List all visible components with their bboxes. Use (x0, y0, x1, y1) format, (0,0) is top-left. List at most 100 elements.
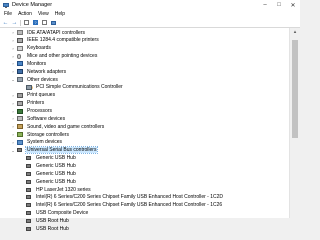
tree-item-label: System devices (27, 139, 63, 146)
expand-chevron-icon[interactable]: › (11, 69, 15, 74)
tree-item[interactable]: › Software devices (11, 115, 66, 122)
tree-item[interactable]: › System devices (11, 139, 63, 146)
usb-device-icon (26, 226, 31, 231)
tree-item[interactable]: USB Root Hub (20, 217, 70, 224)
unknown-device-icon (17, 77, 23, 83)
printer-icon (17, 37, 23, 43)
expand-chevron-icon[interactable]: › (11, 101, 15, 106)
tree-item[interactable]: PCI Simple Communications Controller (20, 84, 124, 91)
processor-icon (17, 108, 23, 114)
tree-item-label: Keyboards (27, 45, 51, 52)
pci-warning-icon (26, 84, 33, 90)
usb-device-icon (26, 187, 31, 192)
close-button[interactable]: ✕ (286, 0, 300, 10)
tree-item[interactable]: › Storage controllers (11, 131, 70, 138)
monitor-icon (17, 61, 23, 67)
scan-icon[interactable] (41, 19, 48, 26)
expand-chevron-icon[interactable]: › (11, 38, 15, 43)
menu-view[interactable]: View (38, 11, 49, 17)
usb-device-label: Generic USB Hub (36, 155, 76, 162)
tree-item-label: Mice and other pointing devices (27, 53, 98, 60)
usb-device-label: USB Root Hub (36, 217, 69, 224)
usb-device-icon (26, 171, 31, 176)
expand-chevron-icon[interactable]: › (11, 54, 15, 59)
tree-item[interactable]: › Print queues (11, 92, 56, 99)
usb-device-label: USB Root Hub (36, 225, 69, 232)
usb-device-icon (26, 218, 31, 223)
keyboard-icon (17, 45, 23, 51)
tree-item[interactable]: Generic USB Hub (20, 178, 77, 185)
scrollbar-thumb[interactable] (292, 40, 298, 138)
tree-item[interactable]: USB Root Hub (20, 225, 70, 232)
help-icon[interactable]: ? (32, 19, 39, 26)
menu-help[interactable]: Help (55, 11, 65, 17)
tree-item-label: Storage controllers (27, 131, 69, 138)
tree-item-label: IEEE 1284.4 compatible printers (27, 37, 99, 44)
expand-chevron-icon[interactable]: › (11, 61, 15, 66)
expand-chevron-icon[interactable]: › (11, 124, 15, 129)
tree-item[interactable]: › Network adapters (11, 68, 67, 75)
system-device-icon (17, 139, 23, 145)
tree-item-label: Software devices (27, 115, 66, 122)
mouse-icon (17, 53, 21, 59)
tree-item[interactable]: Intel(R) 6 Series/C200 Series Chipset Fa… (20, 194, 224, 201)
tree-item[interactable]: › Mice and other pointing devices (11, 53, 98, 60)
tree-item-label: Other devices (27, 76, 58, 83)
tree-item-label: Printers (27, 100, 45, 107)
tree-item[interactable]: HP LaserJet 1320 series (20, 186, 92, 193)
tree-item[interactable]: › IDE ATA/ATAPI controllers (11, 29, 86, 36)
tree-item[interactable]: › Processors (11, 108, 53, 115)
tree-item-label: Print queues (27, 92, 56, 99)
tree-item[interactable]: › Sound, video and game controllers (11, 123, 105, 130)
toolbar-divider (20, 19, 21, 26)
tree-item[interactable]: › IEEE 1284.4 compatible printers (11, 37, 100, 44)
window-title: Device Manager (12, 2, 53, 8)
scroll-up-icon[interactable]: ▴ (290, 28, 300, 36)
expand-chevron-icon[interactable]: › (11, 30, 15, 35)
tree-item[interactable]: Intel(R) 6 Series/C200 Series Chipset Fa… (20, 202, 223, 209)
minimize-button[interactable]: – (258, 0, 272, 10)
tree-item[interactable]: ⌄ Other devices (11, 76, 59, 83)
properties-icon[interactable] (23, 19, 30, 26)
vertical-scrollbar[interactable]: ▴ (289, 28, 300, 218)
usb-device-label: Generic USB Hub (36, 170, 76, 177)
tree-item[interactable]: › Printers (11, 100, 45, 107)
expand-chevron-icon[interactable]: › (11, 140, 15, 145)
usb-device-label: Intel(R) 6 Series/C200 Series Chipset Fa… (36, 194, 224, 201)
expand-chevron-icon[interactable]: › (11, 93, 15, 98)
forward-arrow-icon[interactable]: → (11, 19, 18, 26)
usb-icon (17, 148, 22, 153)
collapse-chevron-icon[interactable]: ⌄ (11, 148, 15, 153)
tree-item[interactable]: › Keyboards (11, 45, 52, 52)
device-manager-icon (3, 2, 9, 8)
tree-item[interactable]: › Monitors (11, 60, 47, 67)
expand-chevron-icon[interactable]: › (11, 46, 15, 51)
tree-item[interactable]: Generic USB Hub (20, 162, 77, 169)
collapse-chevron-icon[interactable]: ⌄ (11, 77, 15, 82)
tree-item[interactable]: USB Composite Device (20, 210, 89, 217)
usb-device-label: Intel(R) 6 Series/C200 Series Chipset Fa… (36, 202, 223, 209)
tree-item[interactable]: ⌄ Universal Serial Bus controllers (11, 146, 99, 155)
tree-item-label: PCI Simple Communications Controller (36, 84, 123, 91)
monitor-icon[interactable] (50, 19, 57, 26)
tree-item[interactable]: Generic USB Hub (20, 155, 77, 162)
tree-item[interactable]: Generic USB Hub (20, 170, 77, 177)
expand-chevron-icon[interactable]: › (11, 132, 15, 137)
maximize-button[interactable]: □ (272, 0, 286, 10)
tree-item-label: IDE ATA/ATAPI controllers (27, 29, 85, 36)
menu-action[interactable]: Action (18, 11, 32, 17)
expand-chevron-icon[interactable]: › (11, 109, 15, 114)
menu-file[interactable]: File (4, 11, 12, 17)
usb-device-icon (26, 163, 31, 168)
expand-chevron-icon[interactable]: › (11, 116, 15, 121)
back-arrow-icon[interactable]: ← (2, 19, 9, 26)
usb-device-icon (26, 156, 31, 161)
window-controls: – □ ✕ (258, 0, 300, 10)
